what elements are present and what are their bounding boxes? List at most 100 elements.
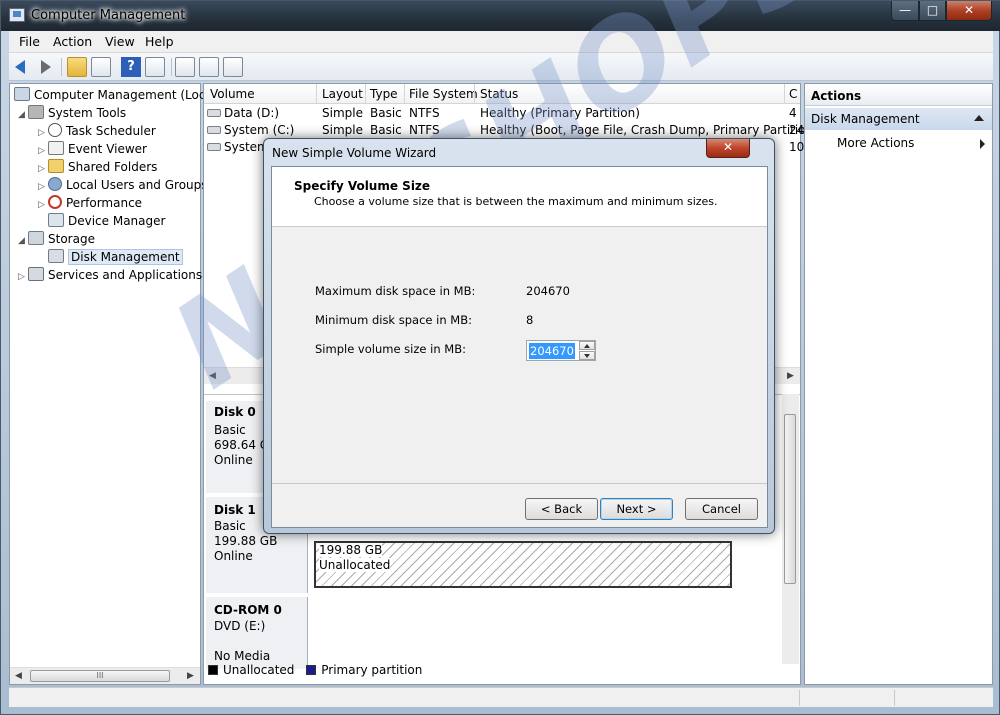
collapse-arrow-icon[interactable]: ▷ bbox=[18, 272, 28, 282]
wizard-subheading: Choose a volume size that is between the… bbox=[314, 195, 718, 208]
scroll-thumb[interactable] bbox=[784, 414, 796, 584]
tree-horizontal-scrollbar[interactable]: ◀ III ▶ bbox=[10, 667, 200, 684]
clock-icon bbox=[48, 123, 62, 137]
volume-drive-icon bbox=[207, 109, 221, 117]
legend: Unallocated Primary partition bbox=[208, 663, 422, 677]
more-actions-link[interactable]: More Actions bbox=[837, 136, 914, 150]
min-space-value: 8 bbox=[526, 313, 534, 327]
actions-disk-management[interactable]: Disk Management bbox=[805, 108, 992, 130]
window-title: Computer Management bbox=[31, 8, 186, 23]
next-button[interactable]: Next > bbox=[600, 498, 673, 520]
collapse-arrow-icon[interactable]: ▷ bbox=[38, 182, 48, 192]
menu-file[interactable]: File bbox=[19, 34, 40, 49]
column-layout[interactable]: Layout bbox=[322, 87, 363, 101]
refresh-icon[interactable] bbox=[175, 57, 195, 77]
properties-icon[interactable] bbox=[199, 57, 219, 77]
scroll-right-icon[interactable]: ▶ bbox=[782, 368, 799, 384]
tree-item-computer-management[interactable]: Computer Management (Local bbox=[14, 87, 216, 102]
tree-item-performance[interactable]: ▷ Performance bbox=[38, 195, 142, 210]
performance-icon bbox=[48, 195, 62, 209]
menu-view[interactable]: View bbox=[105, 34, 135, 49]
tree-item-device-manager[interactable]: Device Manager bbox=[48, 213, 165, 228]
menu-help[interactable]: Help bbox=[145, 34, 174, 49]
cdrom-0-name: CD-ROM 0 bbox=[214, 603, 282, 617]
folder-icon bbox=[48, 159, 64, 173]
column-status[interactable]: Status bbox=[480, 87, 518, 101]
tree-item-system-tools[interactable]: ◢ System Tools bbox=[18, 105, 126, 120]
max-space-label: Maximum disk space in MB: bbox=[315, 284, 476, 298]
unallocated-partition[interactable]: 199.88 GB Unallocated bbox=[314, 541, 732, 588]
volume-size-label: Simple volume size in MB: bbox=[315, 342, 466, 356]
tree-item-local-users-and-groups[interactable]: ▷ Local Users and Groups bbox=[38, 177, 208, 192]
tree-item-storage[interactable]: ◢ Storage bbox=[18, 231, 95, 246]
up-folder-icon[interactable] bbox=[67, 57, 87, 77]
actions-pane: Actions Disk Management More Actions bbox=[804, 83, 993, 685]
toolbar-separator bbox=[171, 58, 172, 76]
back-button[interactable]: < Back bbox=[525, 498, 598, 520]
tree-item-services-and-applications[interactable]: ▷ Services and Applications bbox=[18, 267, 202, 282]
disk-view-vertical-scrollbar[interactable] bbox=[782, 394, 799, 664]
tree-item-shared-folders[interactable]: ▷ Shared Folders bbox=[38, 159, 157, 174]
back-arrow-icon[interactable] bbox=[13, 57, 33, 77]
event-viewer-icon bbox=[48, 141, 64, 155]
storage-icon bbox=[28, 231, 44, 245]
volume-drive-icon bbox=[207, 143, 221, 151]
tree-item-task-scheduler[interactable]: ▷ Task Scheduler bbox=[38, 123, 156, 138]
max-space-value: 204670 bbox=[526, 284, 570, 298]
column-type[interactable]: Type bbox=[370, 87, 398, 101]
wizard-heading: Specify Volume Size bbox=[294, 179, 431, 193]
spin-up-icon[interactable] bbox=[579, 341, 595, 350]
collapse-arrow-icon[interactable]: ▷ bbox=[38, 128, 48, 138]
collapse-arrow-icon[interactable]: ▷ bbox=[38, 164, 48, 174]
menu-action[interactable]: Action bbox=[53, 34, 92, 49]
export-list-icon[interactable] bbox=[223, 57, 243, 77]
actions-header: Actions bbox=[805, 84, 992, 106]
menu-bar: File Action View Help bbox=[9, 31, 993, 53]
help-icon[interactable]: ? bbox=[121, 57, 141, 77]
scroll-right-icon[interactable]: ▶ bbox=[182, 668, 199, 684]
column-volume[interactable]: Volume bbox=[210, 87, 255, 101]
tools-icon bbox=[28, 105, 44, 119]
scroll-thumb[interactable]: III bbox=[30, 670, 170, 682]
new-simple-volume-wizard: New Simple Volume Wizard ✕ Specify Volum… bbox=[263, 138, 775, 534]
disk-icon bbox=[48, 249, 64, 263]
dialog-separator bbox=[272, 483, 767, 484]
collapse-up-icon[interactable] bbox=[974, 115, 984, 121]
tree-item-disk-management[interactable]: Disk Management bbox=[48, 249, 183, 265]
forward-arrow-icon[interactable] bbox=[35, 57, 55, 77]
device-manager-icon bbox=[48, 213, 64, 227]
show-hide-tree-icon[interactable] bbox=[91, 57, 111, 77]
column-file-system[interactable]: File System bbox=[409, 87, 478, 101]
show-hide-action-pane-icon[interactable] bbox=[145, 57, 165, 77]
scroll-left-icon[interactable]: ◀ bbox=[204, 368, 221, 384]
spin-down-icon[interactable] bbox=[579, 351, 595, 360]
collapse-arrow-icon[interactable]: ▷ bbox=[38, 146, 48, 156]
disk-0-name: Disk 0 bbox=[214, 405, 256, 419]
cdrom-0-info[interactable]: CD-ROM 0 DVD (E:) No Media bbox=[206, 597, 308, 669]
volume-size-stepper[interactable]: 204670 bbox=[526, 340, 596, 361]
minimize-button[interactable]: — bbox=[891, 1, 919, 21]
expand-arrow-icon[interactable]: ◢ bbox=[18, 110, 28, 120]
close-button[interactable]: ✕ bbox=[946, 1, 992, 21]
volume-row[interactable]: System (C:) Simple Basic NTFS Healthy (B… bbox=[204, 122, 818, 139]
scroll-left-icon[interactable]: ◀ bbox=[10, 668, 27, 684]
computer-management-icon bbox=[9, 8, 25, 22]
services-icon bbox=[28, 267, 44, 281]
volume-list-header: Volume Layout Type File System Status C bbox=[204, 84, 800, 104]
volume-row[interactable]: Data (D:) Simple Basic NTFS Healthy (Pri… bbox=[204, 105, 800, 122]
collapse-arrow-icon[interactable]: ▷ bbox=[38, 200, 48, 210]
expand-arrow-icon[interactable]: ◢ bbox=[18, 236, 28, 246]
cancel-button[interactable]: Cancel bbox=[685, 498, 758, 520]
title-bar[interactable]: Computer Management — □ ✕ bbox=[1, 1, 1000, 31]
computer-icon bbox=[14, 87, 30, 101]
maximize-button[interactable]: □ bbox=[919, 1, 946, 21]
dialog-close-button[interactable]: ✕ bbox=[706, 139, 750, 158]
column-capacity[interactable]: C bbox=[789, 87, 797, 101]
toolbar: ? bbox=[9, 53, 993, 81]
wizard-header: Specify Volume Size Choose a volume size… bbox=[272, 167, 767, 227]
console-tree: Computer Management (Local ◢ System Tools… bbox=[9, 83, 216, 685]
tree-item-event-viewer[interactable]: ▷ Event Viewer bbox=[38, 141, 147, 156]
status-bar bbox=[9, 687, 993, 707]
volume-size-input[interactable]: 204670 bbox=[529, 343, 575, 359]
users-icon bbox=[48, 177, 62, 191]
